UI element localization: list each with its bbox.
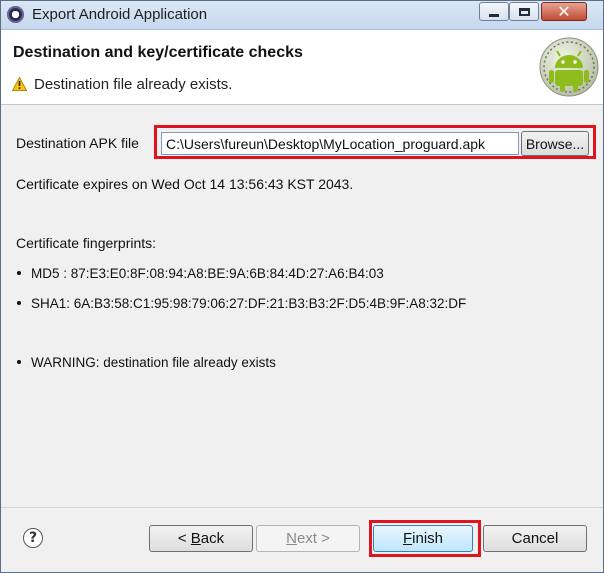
warning-text: WARNING: destination file already exists: [31, 355, 276, 370]
header-message: Destination file already exists.: [34, 76, 233, 93]
back-label-rest: ack: [200, 530, 225, 547]
browse-button[interactable]: Browse...: [521, 131, 589, 156]
help-icon[interactable]: ?: [23, 528, 43, 548]
footer-divider: [1, 507, 603, 508]
android-logo: [539, 37, 599, 97]
window-title: Export Android Application: [32, 6, 208, 23]
bullet-icon: [17, 271, 21, 276]
close-icon: ✕: [557, 1, 571, 21]
finish-button[interactable]: Finish: [373, 525, 473, 552]
eclipse-app-icon: [7, 6, 24, 23]
page-title: Destination and key/certificate checks: [13, 44, 303, 61]
maximize-icon: [518, 7, 530, 16]
minimize-button[interactable]: [479, 2, 509, 21]
finish-mnemonic: F: [402, 530, 413, 547]
back-button[interactable]: < Back: [149, 525, 253, 552]
finish-label-rest: inish: [412, 530, 444, 547]
bullet-icon: [17, 360, 21, 365]
bullet-icon: [17, 301, 21, 306]
back-prefix: <: [177, 530, 191, 547]
fingerprints-heading: Certificate fingerprints:: [16, 235, 157, 251]
minimize-icon: [489, 13, 499, 17]
destination-label: Destination APK file: [16, 135, 139, 151]
md5-fingerprint-item: MD5 : 87:E3:E0:8F:08:94:A8:BE:9A:6B:84:4…: [17, 266, 384, 281]
cancel-button[interactable]: Cancel: [483, 525, 587, 552]
back-mnemonic: B: [190, 530, 201, 547]
md5-fingerprint: MD5 : 87:E3:E0:8F:08:94:A8:BE:9A:6B:84:4…: [31, 266, 384, 281]
sha1-fingerprint-item: SHA1: 6A:B3:58:C1:95:98:79:06:27:DF:21:B…: [17, 296, 466, 311]
warning-item: WARNING: destination file already exists: [17, 355, 276, 370]
warning-icon: [12, 77, 27, 91]
next-mnemonic: N: [286, 530, 297, 547]
next-button[interactable]: Next >: [256, 525, 360, 552]
destination-path-input[interactable]: [161, 132, 519, 155]
certificate-expiry: Certificate expires on Wed Oct 14 13:56:…: [16, 176, 354, 192]
wizard-header: Destination and key/certificate checks D…: [1, 30, 603, 105]
title-bar[interactable]: Export Android Application ✕: [1, 1, 603, 30]
next-label-rest: ext >: [296, 530, 330, 547]
maximize-button[interactable]: [509, 2, 539, 21]
export-dialog: Export Android Application ✕ Destination…: [0, 0, 604, 573]
close-button[interactable]: ✕: [541, 2, 587, 21]
sha1-fingerprint: SHA1: 6A:B3:58:C1:95:98:79:06:27:DF:21:B…: [31, 296, 467, 311]
